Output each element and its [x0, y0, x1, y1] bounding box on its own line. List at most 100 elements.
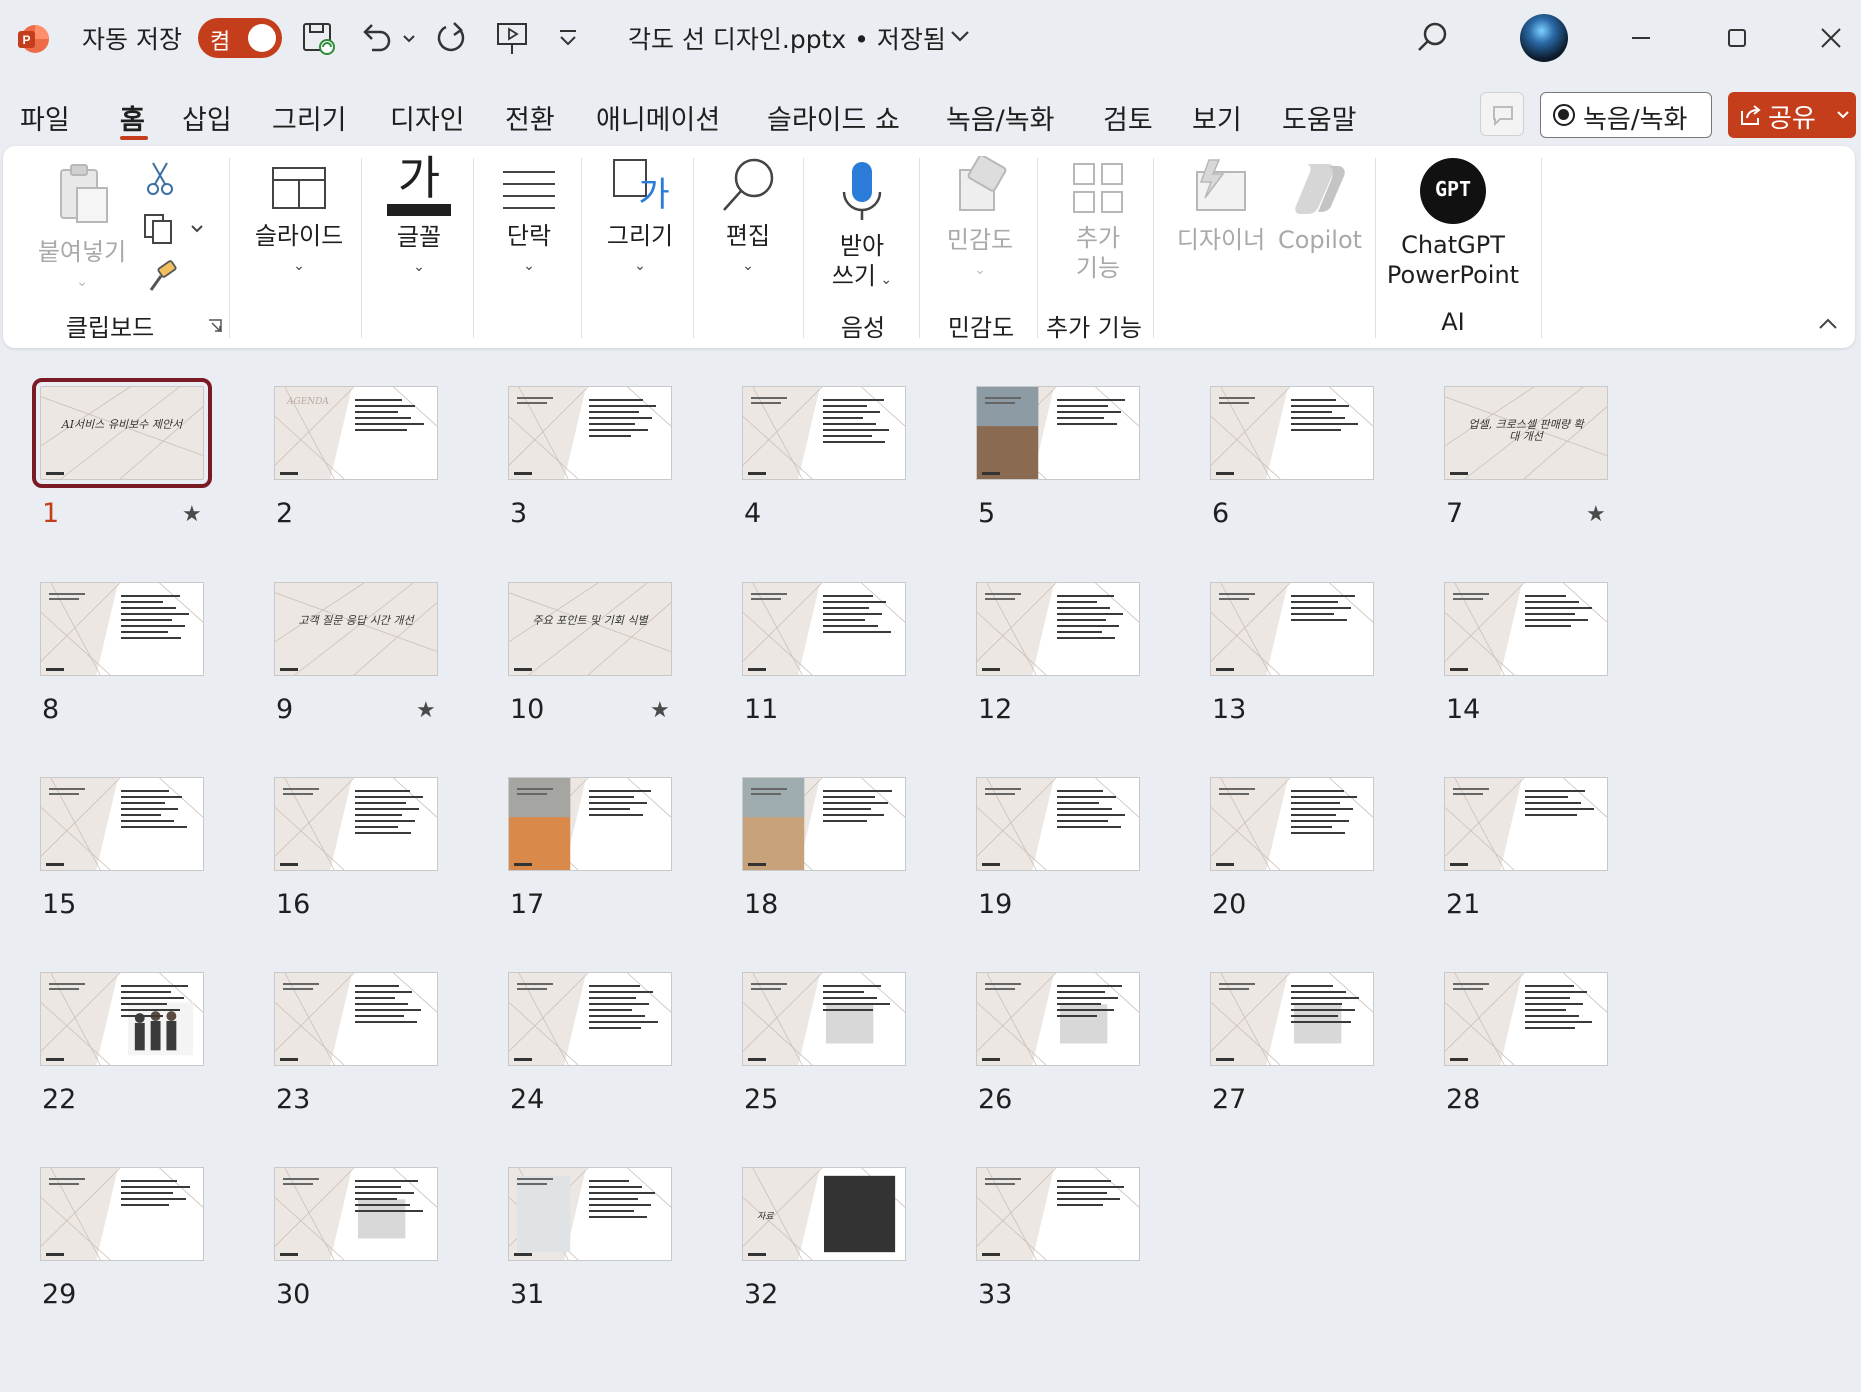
tab-review[interactable]: 검토 — [1103, 98, 1153, 137]
customize-toolbar-icon[interactable] — [552, 18, 584, 58]
document-title[interactable]: 각도 선 디자인.pptx • 저장됨 — [628, 20, 946, 56]
slide-thumbnail[interactable] — [1444, 972, 1608, 1066]
chatgpt-label-1: ChatGPT — [1401, 231, 1505, 259]
addins-button[interactable]: 추가 기능 — [1043, 160, 1153, 283]
edit-button[interactable]: 편집 ⌄ — [701, 156, 795, 281]
comments-button[interactable] — [1480, 92, 1524, 136]
undo-icon[interactable] — [356, 18, 396, 58]
slide-number: 15 — [42, 889, 77, 920]
slide-thumbnail[interactable]: AGENDA — [274, 386, 438, 480]
slide-thumbnail[interactable] — [742, 582, 906, 676]
slide-thumbnail[interactable]: 주요 포인트 및 기회 식별 — [508, 582, 672, 676]
slide-thumbnail[interactable] — [976, 777, 1140, 871]
sensitivity-button[interactable]: 민감도 ⌄ — [925, 154, 1035, 285]
record-button[interactable]: 녹음/녹화 — [1540, 92, 1712, 138]
font-glyph: 가 — [397, 151, 441, 205]
collapse-ribbon-icon[interactable] — [1817, 316, 1839, 332]
animation-star-icon[interactable]: ★ — [650, 698, 670, 723]
slide-thumbnail[interactable] — [976, 1167, 1140, 1261]
paste-button[interactable]: 붙여넣기 ⌄ — [23, 160, 141, 297]
designer-button[interactable]: 디자이너 — [1167, 158, 1275, 255]
slide-thumbnail[interactable] — [508, 1167, 672, 1261]
slide-background — [41, 387, 203, 479]
slide-number: 24 — [510, 1084, 545, 1115]
slide-thumbnail[interactable] — [274, 1167, 438, 1261]
slide-thumbnail[interactable] — [274, 777, 438, 871]
slide-thumbnail[interactable]: 자료 — [742, 1167, 906, 1261]
share-button[interactable]: 공유 — [1728, 92, 1856, 138]
animation-star-icon[interactable]: ★ — [1586, 502, 1606, 527]
slide-body-text — [121, 985, 191, 1021]
font-button[interactable]: 가 글꼴 ⌄ — [369, 152, 469, 282]
cut-icon[interactable] — [143, 160, 177, 196]
slide-thumbnail[interactable]: AI서비스 유비보수 제안서 — [32, 378, 212, 488]
tab-help[interactable]: 도움말 — [1282, 98, 1357, 137]
copy-icon[interactable] — [141, 212, 177, 246]
tab-animations[interactable]: 애니메이션 — [596, 98, 720, 137]
chatgpt-powerpoint-button[interactable]: GPT ChatGPT PowerPoint — [1383, 158, 1523, 290]
format-painter-icon[interactable] — [143, 260, 179, 296]
tab-file[interactable]: 파일 — [20, 98, 70, 137]
tab-home[interactable]: 홈 — [120, 98, 145, 137]
dictate-button[interactable]: 받아 쓰기 ⌄ — [809, 160, 915, 295]
slide-thumbnail[interactable] — [40, 1167, 204, 1261]
tab-transitions[interactable]: 전환 — [505, 98, 555, 137]
powerpoint-app-icon[interactable]: P — [16, 22, 50, 56]
slide-thumbnail[interactable] — [40, 582, 204, 676]
slide-thumbnail[interactable] — [508, 777, 672, 871]
dialog-launcher-icon[interactable] — [207, 318, 223, 334]
copy-dropdown-icon[interactable] — [189, 222, 205, 236]
slide-thumbnail[interactable] — [274, 972, 438, 1066]
slide-thumbnail[interactable] — [508, 386, 672, 480]
chevron-down-icon[interactable] — [948, 24, 972, 48]
slide-thumbnail[interactable] — [1444, 777, 1608, 871]
slide-number: 17 — [510, 889, 545, 920]
slide-number: 10 — [510, 694, 545, 725]
slide-footer-logo — [748, 863, 766, 866]
tab-design[interactable]: 디자인 — [390, 98, 465, 137]
undo-dropdown-icon[interactable] — [396, 18, 422, 58]
autosave-toggle[interactable]: 켬 — [198, 18, 282, 58]
tab-view[interactable]: 보기 — [1192, 98, 1242, 137]
slide-thumbnail[interactable] — [1210, 386, 1374, 480]
close-icon[interactable] — [1808, 18, 1854, 58]
slide-thumbnail[interactable] — [742, 777, 906, 871]
tab-draw[interactable]: 그리기 — [272, 98, 347, 137]
tab-slideshow[interactable]: 슬라이드 쇼 — [767, 98, 900, 137]
slide-body-text — [1525, 595, 1595, 631]
minimize-icon[interactable] — [1618, 18, 1664, 58]
tab-insert[interactable]: 삽입 — [182, 98, 232, 137]
search-icon[interactable] — [1410, 16, 1454, 60]
slide-thumbnail[interactable] — [976, 582, 1140, 676]
slide-thumbnail[interactable] — [976, 386, 1140, 480]
slide-thumbnail[interactable] — [40, 972, 204, 1066]
slide-thumbnail[interactable] — [40, 777, 204, 871]
slide-footer-logo — [1450, 668, 1468, 671]
slides-button[interactable]: 슬라이드 ⌄ — [241, 164, 357, 281]
slide-thumbnail[interactable] — [742, 386, 906, 480]
slide-thumbnail[interactable]: 고객 질문 응답 시간 개선 — [274, 582, 438, 676]
save-icon[interactable] — [298, 18, 338, 58]
align-text-icon — [503, 171, 555, 209]
slide-thumbnail[interactable]: 업셀, 크로스셀 판매량 확대 개선 — [1444, 386, 1608, 480]
copilot-button[interactable]: Copilot — [1275, 158, 1365, 255]
paragraph-button[interactable]: 단락 ⌄ — [481, 164, 577, 281]
slide-thumbnail[interactable] — [1210, 972, 1374, 1066]
slide-footer-logo — [982, 472, 1000, 475]
animation-star-icon[interactable]: ★ — [182, 502, 202, 527]
slide-thumbnail[interactable] — [976, 972, 1140, 1066]
draw-button[interactable]: 가 그리기 ⌄ — [589, 156, 691, 281]
slide-thumbnail[interactable] — [508, 972, 672, 1066]
present-from-start-icon[interactable] — [492, 18, 532, 58]
ribbon-panel: 붙여넣기 ⌄ 클립보드 슬라이드 ⌄ 가 글꼴 ⌄ 단락 ⌄ 가 그리기 ⌄ 편… — [3, 146, 1855, 348]
tab-recording[interactable]: 녹음/녹화 — [946, 98, 1054, 137]
slide-thumbnail[interactable] — [1210, 582, 1374, 676]
slide-thumbnail[interactable] — [742, 972, 906, 1066]
slide-thumbnail[interactable] — [1444, 582, 1608, 676]
animation-star-icon[interactable]: ★ — [416, 698, 436, 723]
maximize-icon[interactable] — [1714, 18, 1760, 58]
slide-footer-logo — [1216, 668, 1234, 671]
redo-icon[interactable] — [432, 18, 472, 58]
slide-thumbnail[interactable] — [1210, 777, 1374, 871]
avatar[interactable] — [1520, 14, 1568, 62]
